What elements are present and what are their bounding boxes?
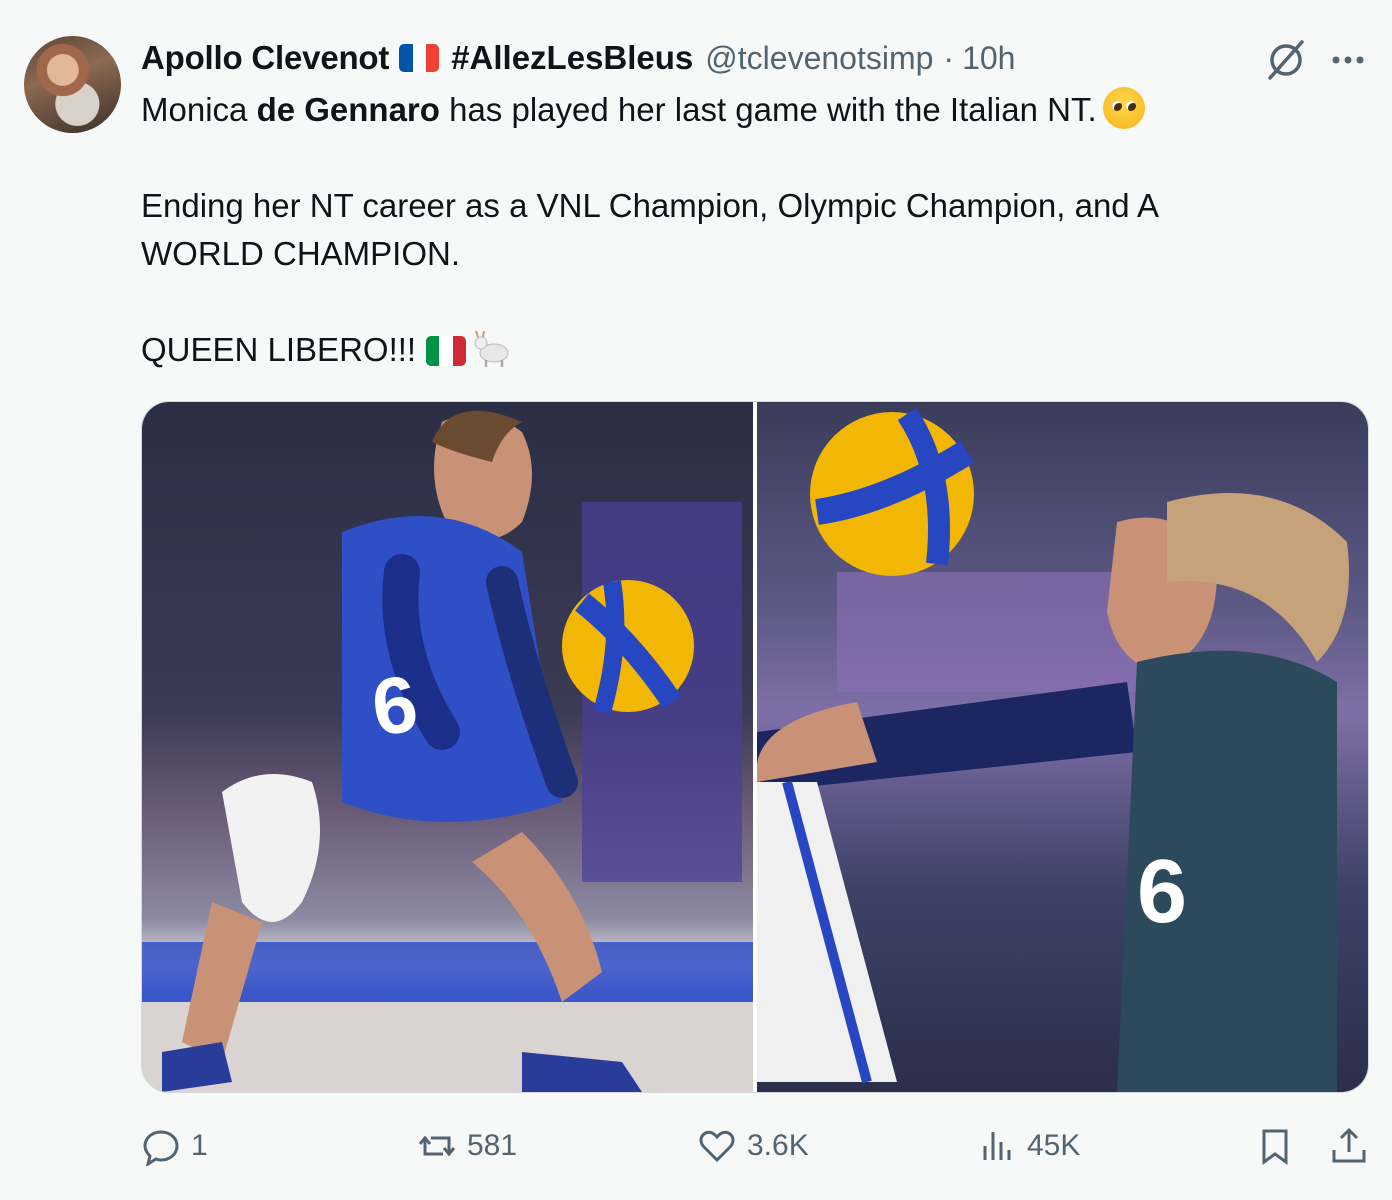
bookmark-icon [1262,1129,1288,1165]
photo-1[interactable]: 6 [142,402,753,1092]
text-line1-post: has played her last game with the Italia… [439,91,1097,128]
text-paragraph-2: Ending her NT career as a VNL Champion, … [141,187,1158,272]
bookmark-button[interactable] [1255,1118,1305,1174]
views-count: 45K [1027,1129,1081,1162]
share-button[interactable] [1329,1118,1379,1174]
text-line1-bold: de Gennaro [256,91,440,128]
like-count: 3.6K [747,1129,809,1162]
author-hashtag[interactable]: #AllezLesBleus [451,39,693,77]
share-icon [1332,1127,1366,1163]
repost-icon [418,1135,456,1157]
reply-icon [143,1130,179,1166]
repost-count: 581 [467,1129,518,1162]
tweet-header: Apollo Clevenot #AllezLesBleus @tcleveno… [141,34,1015,82]
text-paragraph-3: QUEEN LIBERO!!! [141,331,417,368]
action-bar: 1 581 3.6K 45K [141,1118,1369,1174]
like-icon [699,1130,735,1163]
tweet-card[interactable]: Apollo Clevenot #AllezLesBleus @tcleveno… [0,0,1392,1200]
separator-dot: · [943,39,955,76]
author-name[interactable]: Apollo Clevenot [141,39,389,77]
repost-button[interactable]: 581 [417,1118,517,1174]
reply-count: 1 [191,1129,208,1162]
jersey-number-2: 6 [1137,842,1187,942]
grok-icon[interactable] [1262,38,1310,82]
goat-icon [474,330,509,367]
media-grid[interactable]: 6 6 [141,401,1369,1093]
france-flag-icon [399,44,440,72]
avatar[interactable] [24,36,121,133]
tweet-text: Monica de Gennaro has played her last ga… [141,86,1341,374]
reply-button[interactable]: 1 [141,1118,208,1174]
author-handle[interactable]: @tclevenotsimp [705,40,933,77]
pleading-face-icon [1102,87,1145,129]
views-button[interactable]: 45K [977,1118,1080,1174]
timestamp[interactable]: 10h [962,40,1015,77]
like-button[interactable]: 3.6K [697,1118,809,1174]
views-icon [983,1132,1011,1160]
italy-flag-icon [426,336,467,366]
text-line1-pre: Monica [141,91,257,128]
photo-2[interactable]: 6 [757,402,1368,1092]
more-icon[interactable] [1326,40,1370,80]
